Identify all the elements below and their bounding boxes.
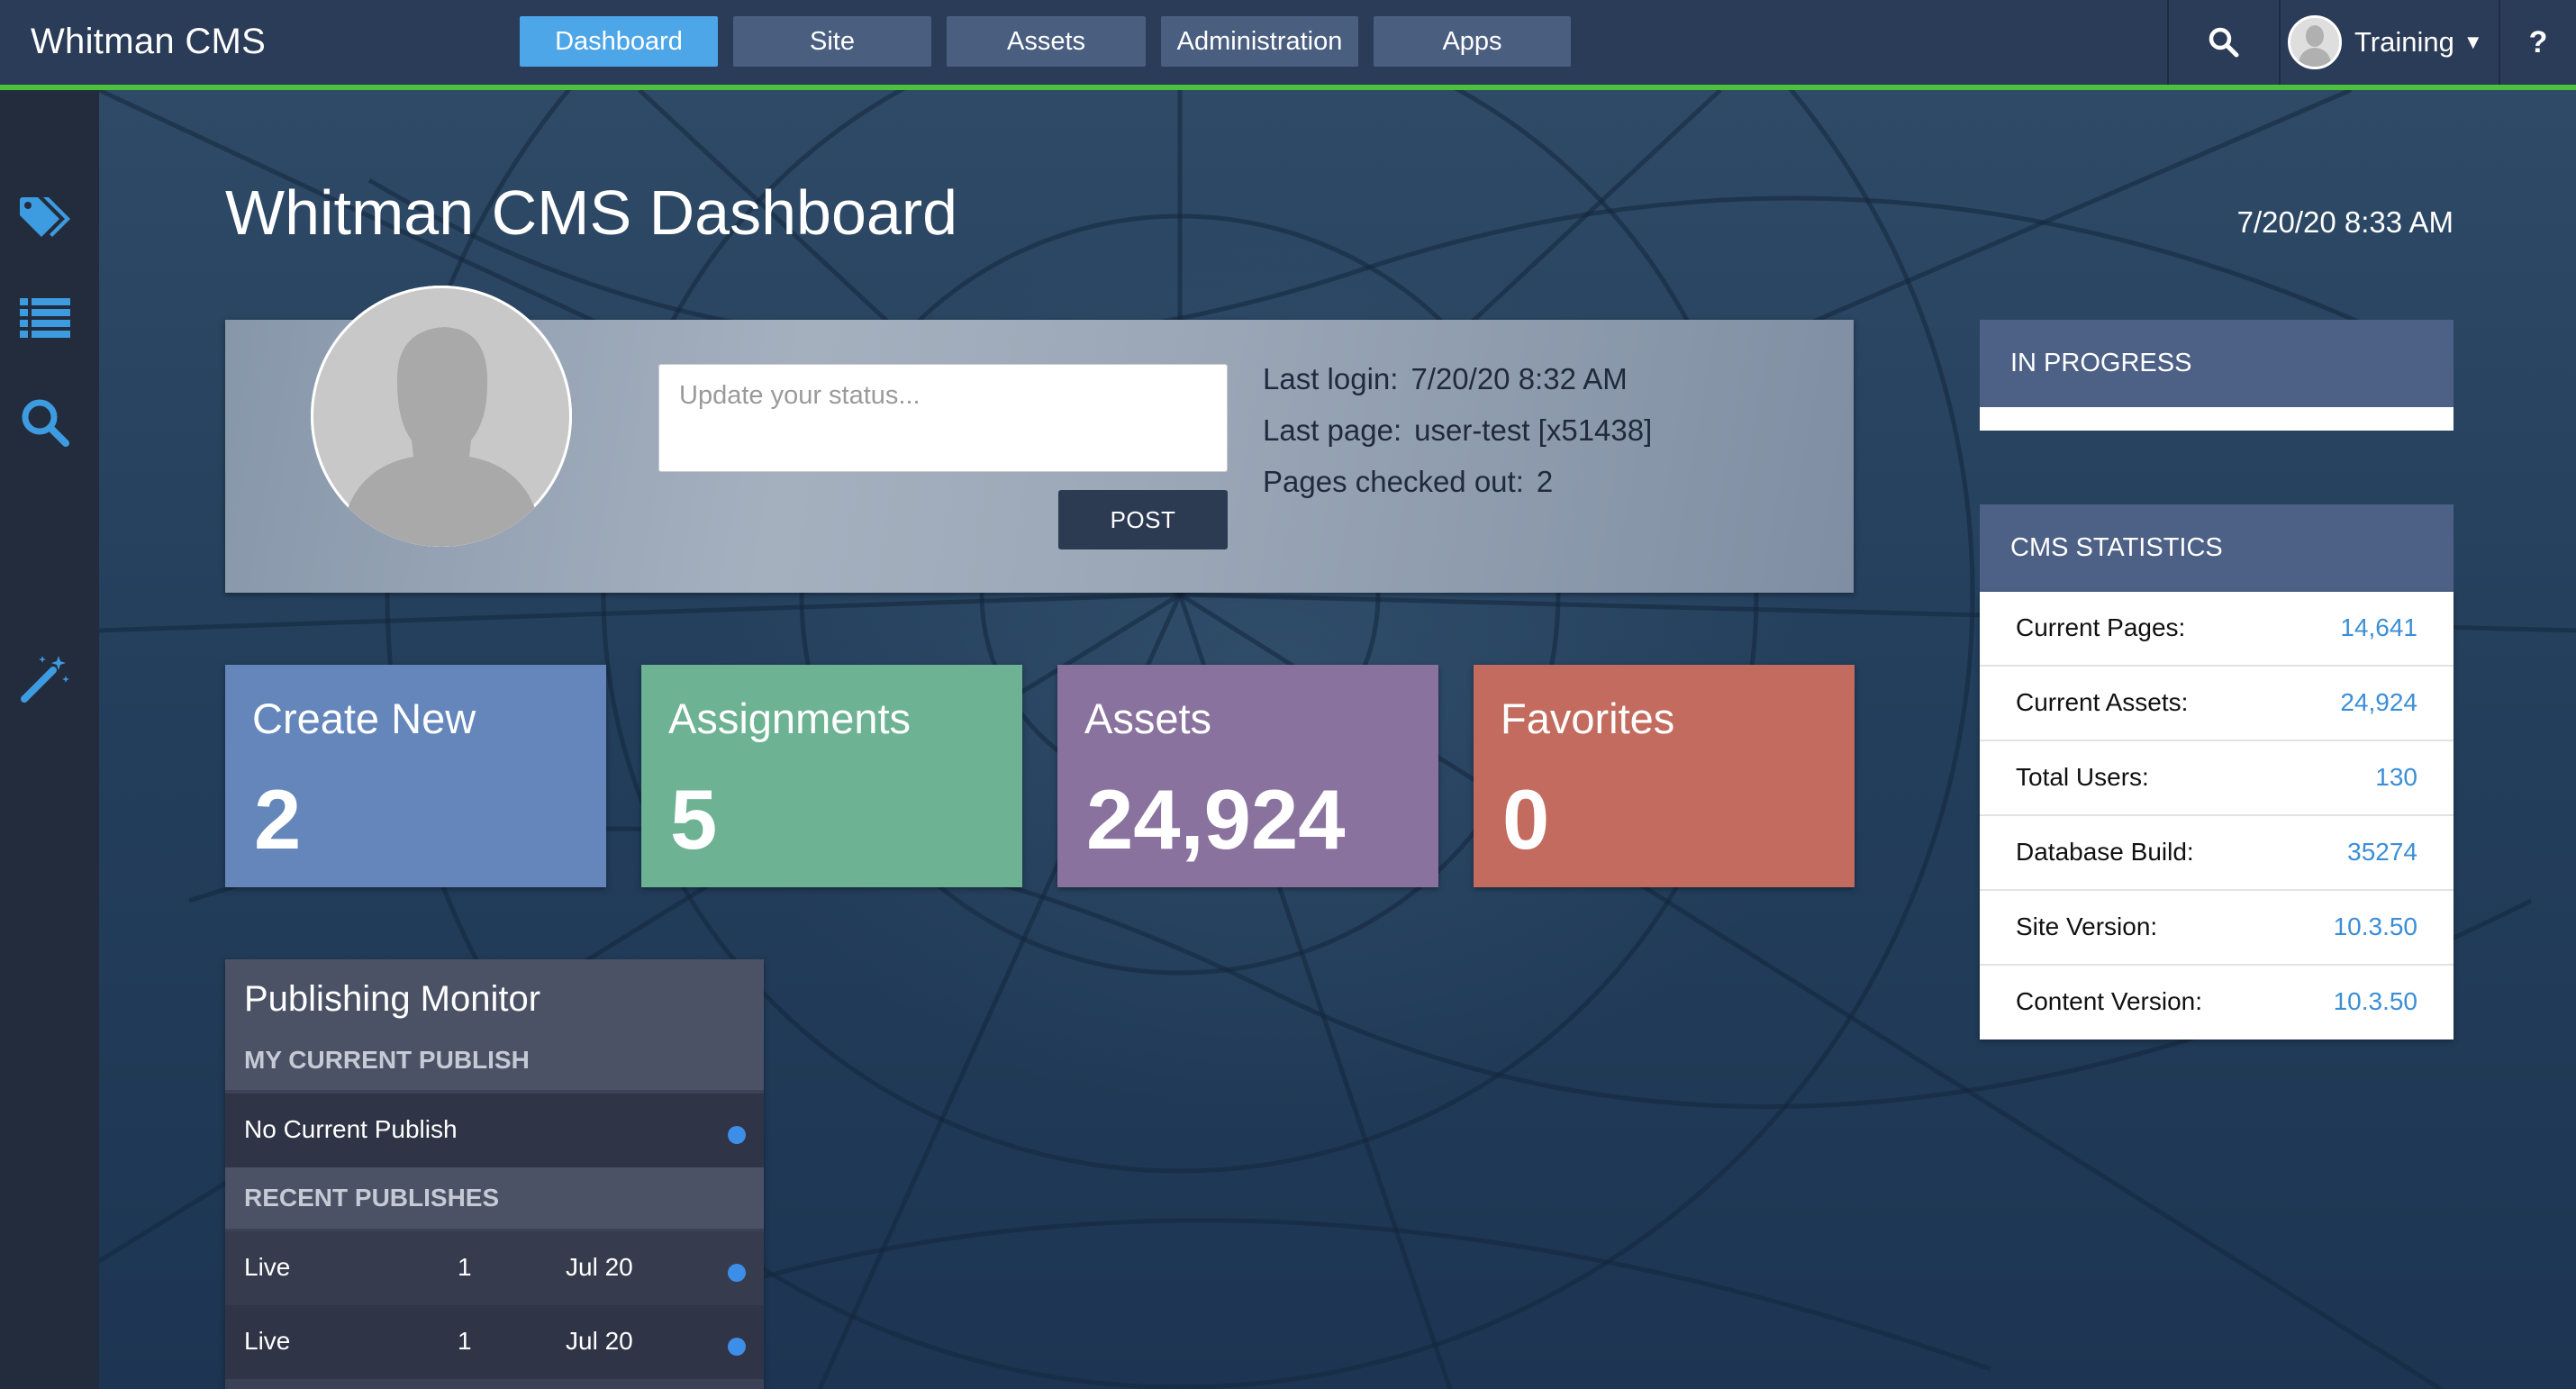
profile-avatar[interactable] bbox=[311, 286, 572, 547]
in-progress-header[interactable]: IN PROGRESS bbox=[1980, 320, 2454, 407]
status-dot bbox=[728, 1126, 746, 1144]
checked-out-row: Pages checked out: 2 bbox=[1263, 461, 1652, 513]
table-row: Current Assets: 24,924 bbox=[1980, 667, 2454, 741]
post-button[interactable]: POST bbox=[1058, 490, 1228, 549]
tile-label: Assignments bbox=[668, 694, 912, 742]
tab-assets[interactable]: Assets bbox=[947, 16, 1146, 67]
stat-label: Site Version: bbox=[2016, 912, 2158, 940]
tile-count: 2 bbox=[254, 772, 302, 867]
user-menu[interactable]: Training ▼ bbox=[2288, 14, 2483, 70]
in-progress-body bbox=[1980, 407, 2454, 431]
publish-count: 1 bbox=[458, 1327, 472, 1355]
last-page-label: Last page: bbox=[1263, 413, 1402, 447]
stat-value[interactable]: 35274 bbox=[2347, 838, 2417, 867]
last-login-label: Last login: bbox=[1263, 362, 1399, 395]
stat-label: Current Pages: bbox=[2016, 613, 2186, 641]
tab-site[interactable]: Site bbox=[733, 16, 931, 67]
main-nav: Dashboard Site Assets Administration App… bbox=[520, 16, 1571, 67]
tile-count: 24,924 bbox=[1086, 772, 1346, 867]
last-page-value[interactable]: user-test [x51438] bbox=[1414, 413, 1652, 447]
user-silhouette-icon bbox=[2290, 18, 2339, 67]
avatar bbox=[2288, 15, 2342, 69]
brand-title[interactable]: Whitman CMS bbox=[31, 22, 266, 62]
tab-administration[interactable]: Administration bbox=[1161, 16, 1358, 67]
tile-assets[interactable]: Assets 24,924 bbox=[1057, 665, 1438, 887]
stat-value[interactable]: 130 bbox=[2375, 763, 2417, 792]
stat-label: Database Build: bbox=[2016, 838, 2194, 866]
table-row: Site Version: 10.3.50 bbox=[1980, 891, 2454, 966]
last-login-value: 7/20/20 8:32 AM bbox=[1410, 362, 1628, 395]
stat-label: Total Users: bbox=[2016, 763, 2149, 791]
tile-create-new[interactable]: Create New 2 bbox=[225, 665, 606, 887]
publishing-monitor: Publishing Monitor MY CURRENT PUBLISH No… bbox=[225, 959, 764, 1389]
user-silhouette-icon bbox=[311, 286, 572, 547]
checked-out-value[interactable]: 2 bbox=[1537, 465, 1553, 498]
checked-out-label: Pages checked out: bbox=[1263, 465, 1524, 498]
publish-count: 1 bbox=[458, 1253, 472, 1281]
tile-count: 5 bbox=[670, 772, 718, 867]
stat-value[interactable]: 14,641 bbox=[2340, 613, 2417, 642]
stat-value[interactable]: 24,924 bbox=[2340, 688, 2417, 717]
search-icon bbox=[22, 399, 69, 447]
sidebar-search-button[interactable] bbox=[14, 391, 77, 454]
table-row: Current Pages: 14,641 bbox=[1980, 592, 2454, 667]
list-item[interactable]: Live 1 Jul 20 bbox=[225, 1305, 764, 1379]
list-item[interactable]: Live 1 Jul 20 bbox=[225, 1231, 764, 1305]
tags-icon bbox=[20, 197, 70, 237]
top-search-button[interactable] bbox=[2169, 0, 2279, 85]
status-input[interactable] bbox=[658, 364, 1228, 472]
page-datetime: 7/20/20 8:33 AM bbox=[2236, 205, 2454, 239]
sidebar-tags-button[interactable] bbox=[14, 186, 77, 249]
status-dot bbox=[728, 1264, 746, 1282]
publish-status: Live bbox=[244, 1327, 291, 1355]
current-publish-header: MY CURRENT PUBLISH bbox=[244, 1046, 530, 1074]
table-row: Content Version: 10.3.50 bbox=[1980, 966, 2454, 1040]
cms-statistics-header: CMS STATISTICS bbox=[1980, 504, 2454, 592]
divider bbox=[2279, 0, 2281, 85]
help-button[interactable]: ? bbox=[2500, 0, 2576, 85]
search-icon bbox=[2209, 27, 2239, 58]
recent-publishes-header: RECENT PUBLISHES bbox=[244, 1184, 500, 1212]
stat-value[interactable]: 10.3.50 bbox=[2334, 912, 2417, 941]
magic-wand-icon bbox=[21, 656, 69, 703]
stat-label: Content Version: bbox=[2016, 987, 2203, 1015]
last-page-row: Last page: user-test [x51438] bbox=[1263, 410, 1652, 461]
tile-favorites[interactable]: Favorites 0 bbox=[1474, 665, 1855, 887]
tile-label: Create New bbox=[252, 694, 476, 742]
publish-date: Jul 20 bbox=[566, 1253, 633, 1281]
tile-count: 0 bbox=[1502, 772, 1550, 867]
sidebar-magic-button[interactable] bbox=[14, 647, 77, 710]
table-row: Database Build: 35274 bbox=[1980, 816, 2454, 891]
tab-apps[interactable]: Apps bbox=[1374, 16, 1571, 67]
top-bar: Whitman CMS Dashboard Site Assets Admini… bbox=[0, 0, 2576, 90]
publishing-title: Publishing Monitor bbox=[244, 979, 541, 1019]
stat-value[interactable]: 10.3.50 bbox=[2334, 987, 2417, 1016]
current-publish-text: No Current Publish bbox=[244, 1115, 458, 1143]
sidebar-list-button[interactable] bbox=[14, 286, 77, 350]
publish-status: Live bbox=[244, 1253, 291, 1281]
login-info: Last login: 7/20/20 8:32 AM Last page: use… bbox=[1263, 359, 1652, 513]
list-icon bbox=[20, 298, 70, 338]
last-login-row: Last login: 7/20/20 8:32 AM bbox=[1263, 359, 1652, 410]
page-title: Whitman CMS Dashboard bbox=[225, 177, 958, 248]
sidebar bbox=[0, 90, 99, 1389]
publish-date: Jul 20 bbox=[566, 1327, 633, 1355]
current-publish-item[interactable]: No Current Publish bbox=[225, 1094, 764, 1167]
cms-statistics-table: Current Pages: 14,641 Current Assets: 24… bbox=[1980, 592, 2454, 1039]
status-dot bbox=[728, 1338, 746, 1356]
chevron-down-icon: ▼ bbox=[2463, 31, 2483, 53]
tile-label: Favorites bbox=[1501, 694, 1675, 742]
table-row: Total Users: 130 bbox=[1980, 741, 2454, 816]
tile-assignments[interactable]: Assignments 5 bbox=[641, 665, 1022, 887]
user-name: Training bbox=[2354, 26, 2454, 58]
tab-dashboard[interactable]: Dashboard bbox=[520, 16, 718, 67]
tile-label: Assets bbox=[1084, 694, 1212, 742]
stat-label: Current Assets: bbox=[2016, 688, 2189, 716]
